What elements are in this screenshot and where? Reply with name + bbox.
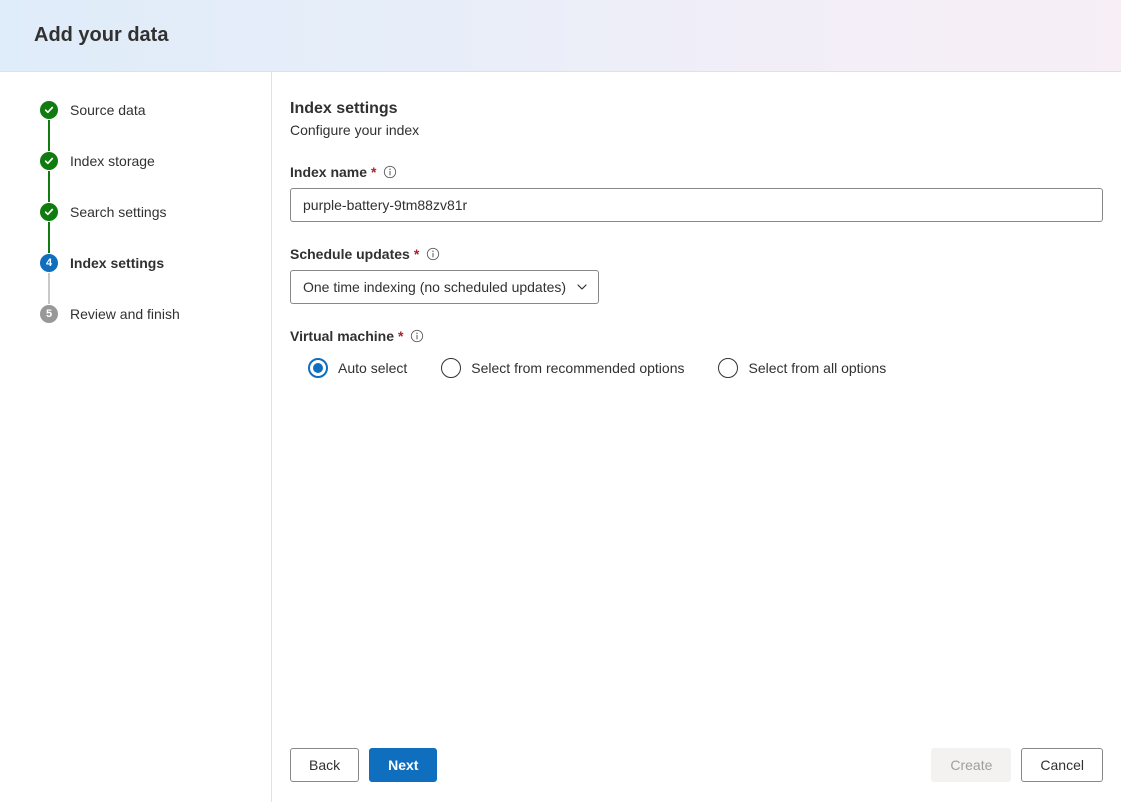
- step-connector: [48, 222, 50, 253]
- check-icon: [40, 101, 58, 119]
- info-icon[interactable]: [410, 329, 424, 343]
- step-search-settings[interactable]: Search settings: [40, 202, 251, 222]
- dropdown-selected: One time indexing (no scheduled updates): [303, 279, 566, 295]
- step-connector: [48, 171, 50, 202]
- main-content: Index settings Configure your index Inde…: [272, 72, 1121, 802]
- step-index-settings[interactable]: 4 Index settings: [40, 253, 251, 273]
- step-connector: [48, 273, 50, 304]
- step-review-finish[interactable]: 5 Review and finish: [40, 304, 251, 324]
- field-label: Virtual machine *: [290, 328, 1103, 344]
- page-body: Source data Index storage Search setting…: [0, 72, 1121, 802]
- radio-all-options[interactable]: Select from all options: [718, 358, 886, 378]
- index-name-input[interactable]: [290, 188, 1103, 222]
- create-button: Create: [931, 748, 1011, 782]
- step-label: Index storage: [70, 153, 155, 169]
- step-label: Source data: [70, 102, 146, 118]
- page-title: Add your data: [34, 24, 168, 47]
- radio-icon: [308, 358, 328, 378]
- field-index-name: Index name *: [290, 164, 1103, 222]
- field-label: Index name *: [290, 164, 1103, 180]
- section-title: Index settings: [290, 100, 1103, 118]
- step-number-icon: 5: [40, 305, 58, 323]
- field-label: Schedule updates *: [290, 246, 1103, 262]
- radio-auto-select[interactable]: Auto select: [308, 358, 407, 378]
- radio-recommended[interactable]: Select from recommended options: [441, 358, 684, 378]
- wizard-steps: Source data Index storage Search setting…: [0, 72, 272, 802]
- label-text: Schedule updates: [290, 246, 410, 262]
- section-subtitle: Configure your index: [290, 122, 1103, 138]
- field-schedule-updates: Schedule updates * One time indexing (no…: [290, 246, 1103, 304]
- chevron-down-icon: [576, 281, 588, 293]
- radio-label: Select from recommended options: [471, 360, 684, 376]
- step-label: Index settings: [70, 255, 164, 271]
- vm-radio-group: Auto select Select from recommended opti…: [290, 358, 1103, 378]
- required-asterisk: *: [414, 246, 419, 262]
- required-asterisk: *: [371, 164, 376, 180]
- next-button[interactable]: Next: [369, 748, 437, 782]
- info-icon[interactable]: [383, 165, 397, 179]
- label-text: Index name: [290, 164, 367, 180]
- step-index-storage[interactable]: Index storage: [40, 151, 251, 171]
- schedule-updates-dropdown[interactable]: One time indexing (no scheduled updates): [290, 270, 599, 304]
- step-label: Search settings: [70, 204, 167, 220]
- required-asterisk: *: [398, 328, 403, 344]
- page-header: Add your data: [0, 0, 1121, 72]
- radio-label: Select from all options: [748, 360, 886, 376]
- field-virtual-machine: Virtual machine * Auto select Select fro…: [290, 328, 1103, 378]
- wizard-footer: Back Next Create Cancel: [290, 748, 1103, 782]
- back-button[interactable]: Back: [290, 748, 359, 782]
- check-icon: [40, 203, 58, 221]
- step-label: Review and finish: [70, 306, 180, 322]
- step-number-icon: 4: [40, 254, 58, 272]
- label-text: Virtual machine: [290, 328, 394, 344]
- radio-label: Auto select: [338, 360, 407, 376]
- step-connector: [48, 120, 50, 151]
- step-source-data[interactable]: Source data: [40, 100, 251, 120]
- check-icon: [40, 152, 58, 170]
- info-icon[interactable]: [426, 247, 440, 261]
- cancel-button[interactable]: Cancel: [1021, 748, 1103, 782]
- radio-icon: [718, 358, 738, 378]
- radio-icon: [441, 358, 461, 378]
